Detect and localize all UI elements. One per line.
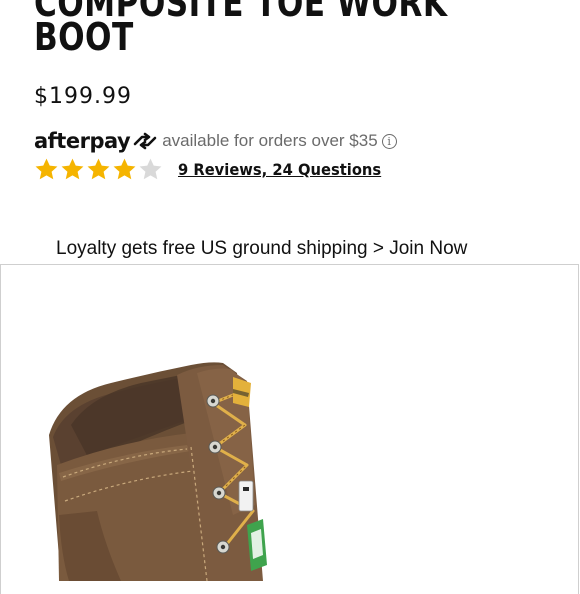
product-price: $199.99 (34, 84, 132, 109)
afterpay-logo-text: afterpay (34, 129, 131, 153)
star-filled-icon (61, 158, 84, 179)
afterpay-row: afterpay available for orders over $35 i (34, 128, 397, 154)
afterpay-logo: afterpay (34, 129, 158, 153)
loyalty-shipping-link[interactable]: Loyalty gets free US ground shipping > J… (56, 238, 467, 260)
star-filled-icon (35, 158, 58, 179)
star-empty-icon (139, 158, 162, 179)
star-filled-icon (113, 158, 136, 179)
info-icon[interactable]: i (381, 133, 397, 149)
afterpay-arrows-icon (132, 131, 158, 151)
boot-product-image (49, 362, 267, 582)
product-image-panel[interactable] (0, 264, 579, 594)
product-title-line-2: BOOT (34, 15, 134, 59)
rating-row: 9 Reviews, 24 Questions (34, 156, 399, 182)
star-rating[interactable] (34, 157, 163, 182)
product-title: COMPOSITE TOE WORK BOOT (34, 0, 447, 59)
star-filled-icon (87, 158, 110, 179)
reviews-questions-link[interactable]: 9 Reviews, 24 Questions (178, 160, 381, 179)
afterpay-message: available for orders over $35 (162, 131, 378, 150)
